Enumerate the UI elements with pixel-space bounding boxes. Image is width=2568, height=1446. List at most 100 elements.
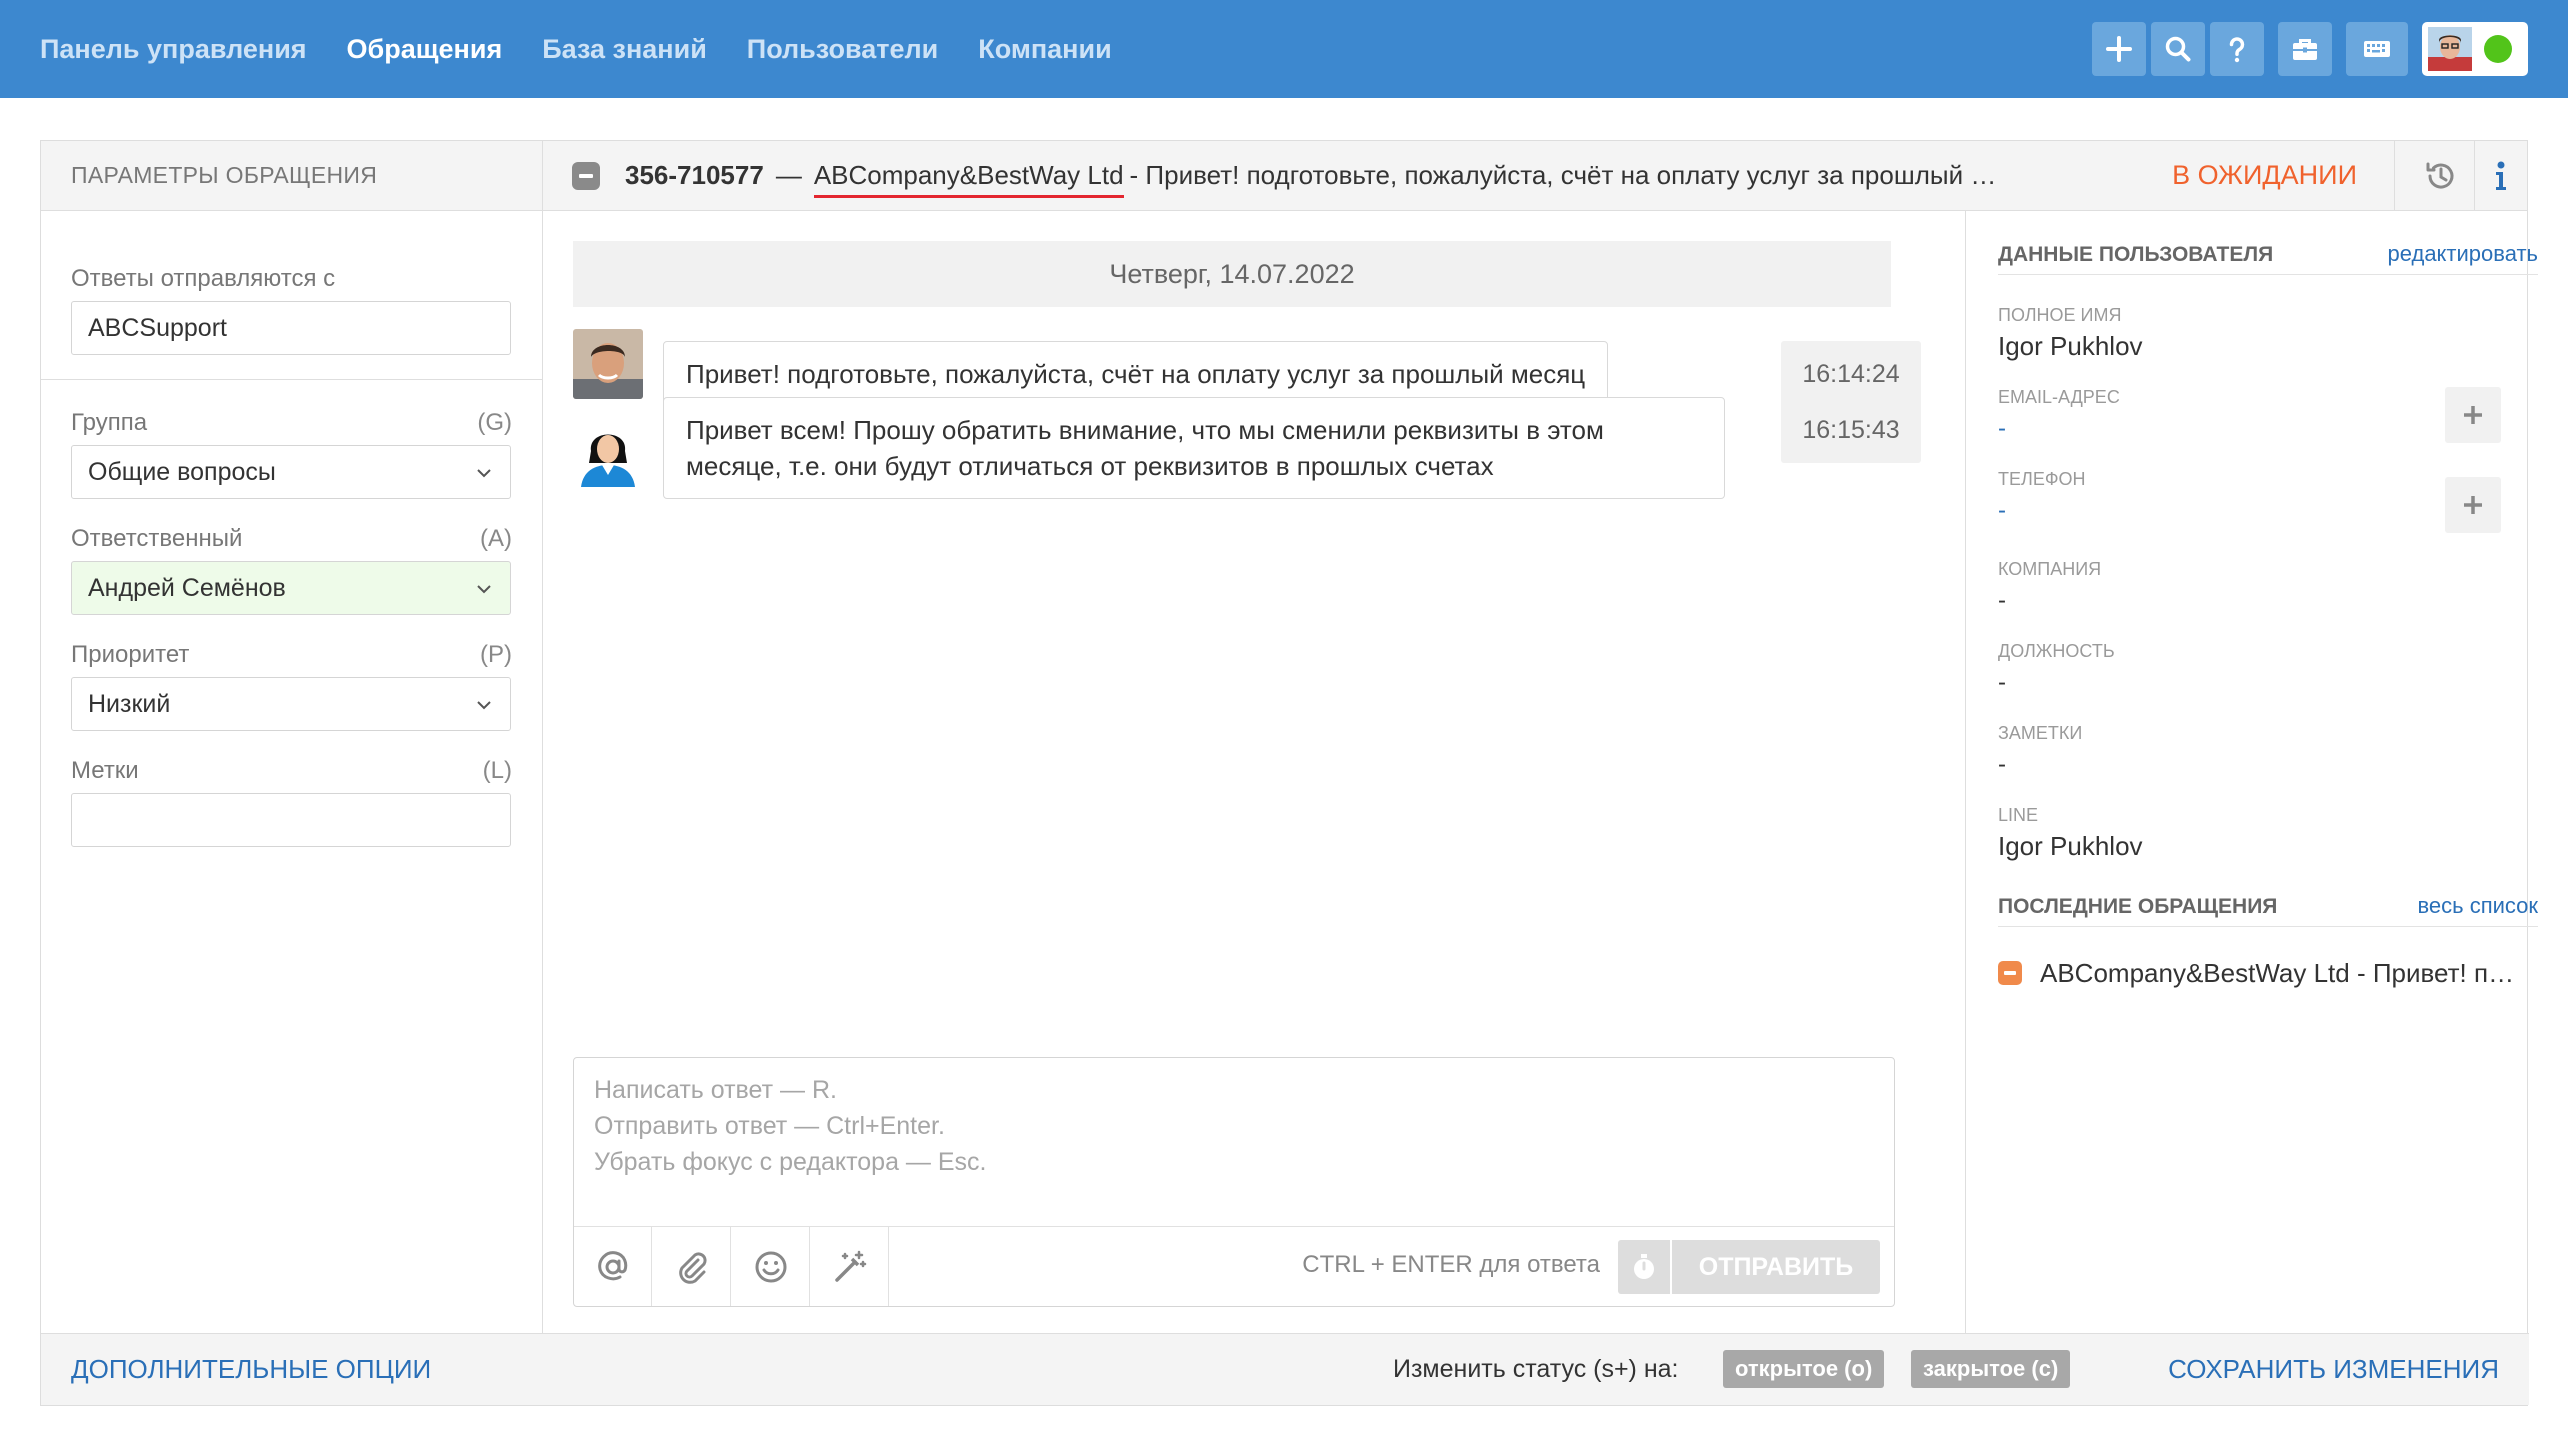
tags-shortcut: (L) [482,757,512,784]
history-icon[interactable] [2423,158,2459,194]
emoji-button[interactable] [732,1227,810,1306]
status-open-button[interactable]: открытое (o) [1723,1350,1885,1388]
help-button[interactable] [2210,22,2264,76]
assignee-value: Андрей Семёнов [88,573,286,602]
keyboard-icon [2364,41,2390,57]
ticket-params-panel: Ответы отправляются с ABCSupport Группа … [41,211,543,1335]
chat-panel: Четверг, 14.07.2022 Привет! подготовьте,… [543,211,1965,1335]
user-info-panel: ДАННЫЕ ПОЛЬЗОВАТЕЛЯ редактировать ПОЛНОЕ… [1965,211,2538,1335]
save-changes-button[interactable]: СОХРАНИТЬ ИЗМЕНЕНИЯ [2168,1354,2499,1385]
at-sign-icon [597,1250,627,1280]
message-bubble: Привет всем! Прошу обратить внимание, чт… [663,397,1725,499]
send-hint: CTRL + ENTER для ответа [1302,1251,1600,1278]
attach-button[interactable] [653,1227,731,1306]
plus-icon [2464,496,2482,514]
client-avatar [573,329,643,399]
priority-label: Приоритет [71,641,190,668]
magic-wand-icon [834,1250,866,1282]
group-shortcut: (G) [477,409,512,436]
position-value: - [1998,669,2006,696]
create-button[interactable] [2092,22,2146,76]
phone-label: ТЕЛЕФОН [1998,469,2086,489]
placeholder-line: Написать ответ — R. [594,1076,837,1104]
full-name-value: Igor Pukhlov [1998,331,2143,361]
add-email-button[interactable] [2445,387,2501,443]
message-text: Привет! подготовьте, пожалуйста, счёт на… [686,359,1586,389]
phone-value[interactable]: - [1998,497,2006,525]
ticket-company-link[interactable]: ABCompany&BestWay Ltd [813,160,1124,198]
notes-label: ЗАМЕТКИ [1998,723,2083,743]
reply-from-field[interactable]: ABCSupport [71,301,511,355]
avatar [2428,27,2472,71]
line-value: Igor Pukhlov [1998,831,2143,861]
reply-editor[interactable]: Написать ответ — R. Отправить ответ — Ct… [573,1057,1895,1307]
full-name-label: ПОЛНОЕ ИМЯ [1998,305,2122,325]
user-data-title: ДАННЫЕ ПОЛЬЗОВАТЕЛЯ [1998,243,2274,266]
all-tickets-link[interactable]: весь список [2417,893,2538,919]
message-time: 16:15:43 [1781,397,1921,463]
stopwatch-icon [1634,1254,1654,1279]
send-button[interactable]: ОТПРАВИТЬ [1672,1240,1880,1294]
ticket-subject: - Привет! подготовьте, пожалуйста, счёт … [1129,160,2010,190]
status-closed-button[interactable]: закрытое (c) [1911,1350,2071,1388]
assignee-select[interactable]: Андрей Семёнов [71,561,511,615]
search-button[interactable] [2151,22,2205,76]
nav-companies[interactable]: Компании [978,34,1111,65]
priority-shortcut: (P) [480,641,512,668]
chat-channel-icon [1998,961,2022,985]
user-menu[interactable] [2422,22,2528,76]
chat-channel-icon [572,161,600,190]
chevron-down-icon [477,469,491,478]
group-label: Группа [71,409,148,436]
timer-button[interactable] [1618,1240,1670,1294]
assignee-label: Ответственный [71,525,243,552]
tools-button[interactable] [2278,22,2332,76]
nav-tickets[interactable]: Обращения [347,34,503,65]
nav-dashboard[interactable]: Панель управления [40,34,307,65]
plus-icon [2106,36,2132,62]
tool-group-main [2092,22,2264,76]
ticket-number: 356-710577 [625,160,764,190]
keyboard-shortcuts-button[interactable] [2346,22,2408,76]
placeholder-line: Убрать фокус с редактора — Esc. [594,1148,987,1176]
edit-user-link[interactable]: редактировать [2388,241,2539,267]
email-label: EMAIL-АДРЕС [1998,387,2120,407]
divider [41,379,543,380]
priority-select[interactable]: Низкий [71,677,511,731]
more-options-link[interactable]: ДОПОЛНИТЕЛЬНЫЕ ОПЦИИ [71,1354,431,1385]
header-divider [2394,141,2395,211]
company-value: - [1998,587,2006,614]
group-select[interactable]: Общие вопросы [71,445,511,499]
online-status-icon [2484,35,2512,63]
message-text: Привет всем! Прошу обратить внимание, чт… [686,415,1604,481]
change-status-label: Изменить статус (s+) на: [1393,1355,1679,1383]
nav-knowledge-base[interactable]: База знаний [542,34,707,65]
toolbar [2092,22,2528,76]
help-icon [2229,37,2245,63]
editor-toolbar: CTRL + ENTER для ответа ОТПРАВИТЬ [574,1226,1894,1306]
nav-users[interactable]: Пользователи [747,34,938,65]
reply-from-value: ABCSupport [88,313,227,342]
chevron-down-icon [477,585,491,594]
footer-bar: ДОПОЛНИТЕЛЬНЫЕ ОПЦИИ Изменить статус (s+… [41,1333,2529,1405]
ticket-header: 356-710577 — ABCompany&BestWay Ltd - При… [543,141,2527,211]
templates-button[interactable] [811,1227,889,1306]
params-header: ПАРАМЕТРЫ ОБРАЩЕНИЯ [41,141,543,211]
smiley-icon [755,1251,786,1282]
mention-button[interactable] [574,1227,652,1306]
agent-user-icon [573,417,643,487]
info-icon[interactable] [2483,158,2519,194]
position-label: ДОЛЖНОСТЬ [1998,641,2115,661]
recent-ticket-item[interactable]: ABCompany&BestWay Ltd - Привет! подготов… [1998,953,2538,993]
company-label: КОМПАНИЯ [1998,559,2102,579]
tags-input[interactable] [71,793,511,847]
add-phone-button[interactable] [2445,477,2501,533]
user-data-header: ДАННЫЕ ПОЛЬЗОВАТЕЛЯ редактировать [1998,241,2538,275]
ticket-status[interactable]: В ОЖИДАНИИ [2172,160,2357,191]
email-value[interactable]: - [1998,415,2006,443]
tags-label: Метки [71,757,139,784]
paperclip-icon [678,1251,707,1284]
ticket-dash: — [775,160,802,190]
notes-value: - [1998,751,2006,778]
ticket-card: ПАРАМЕТРЫ ОБРАЩЕНИЯ 356-710577 — ABCompa… [40,140,2538,1406]
